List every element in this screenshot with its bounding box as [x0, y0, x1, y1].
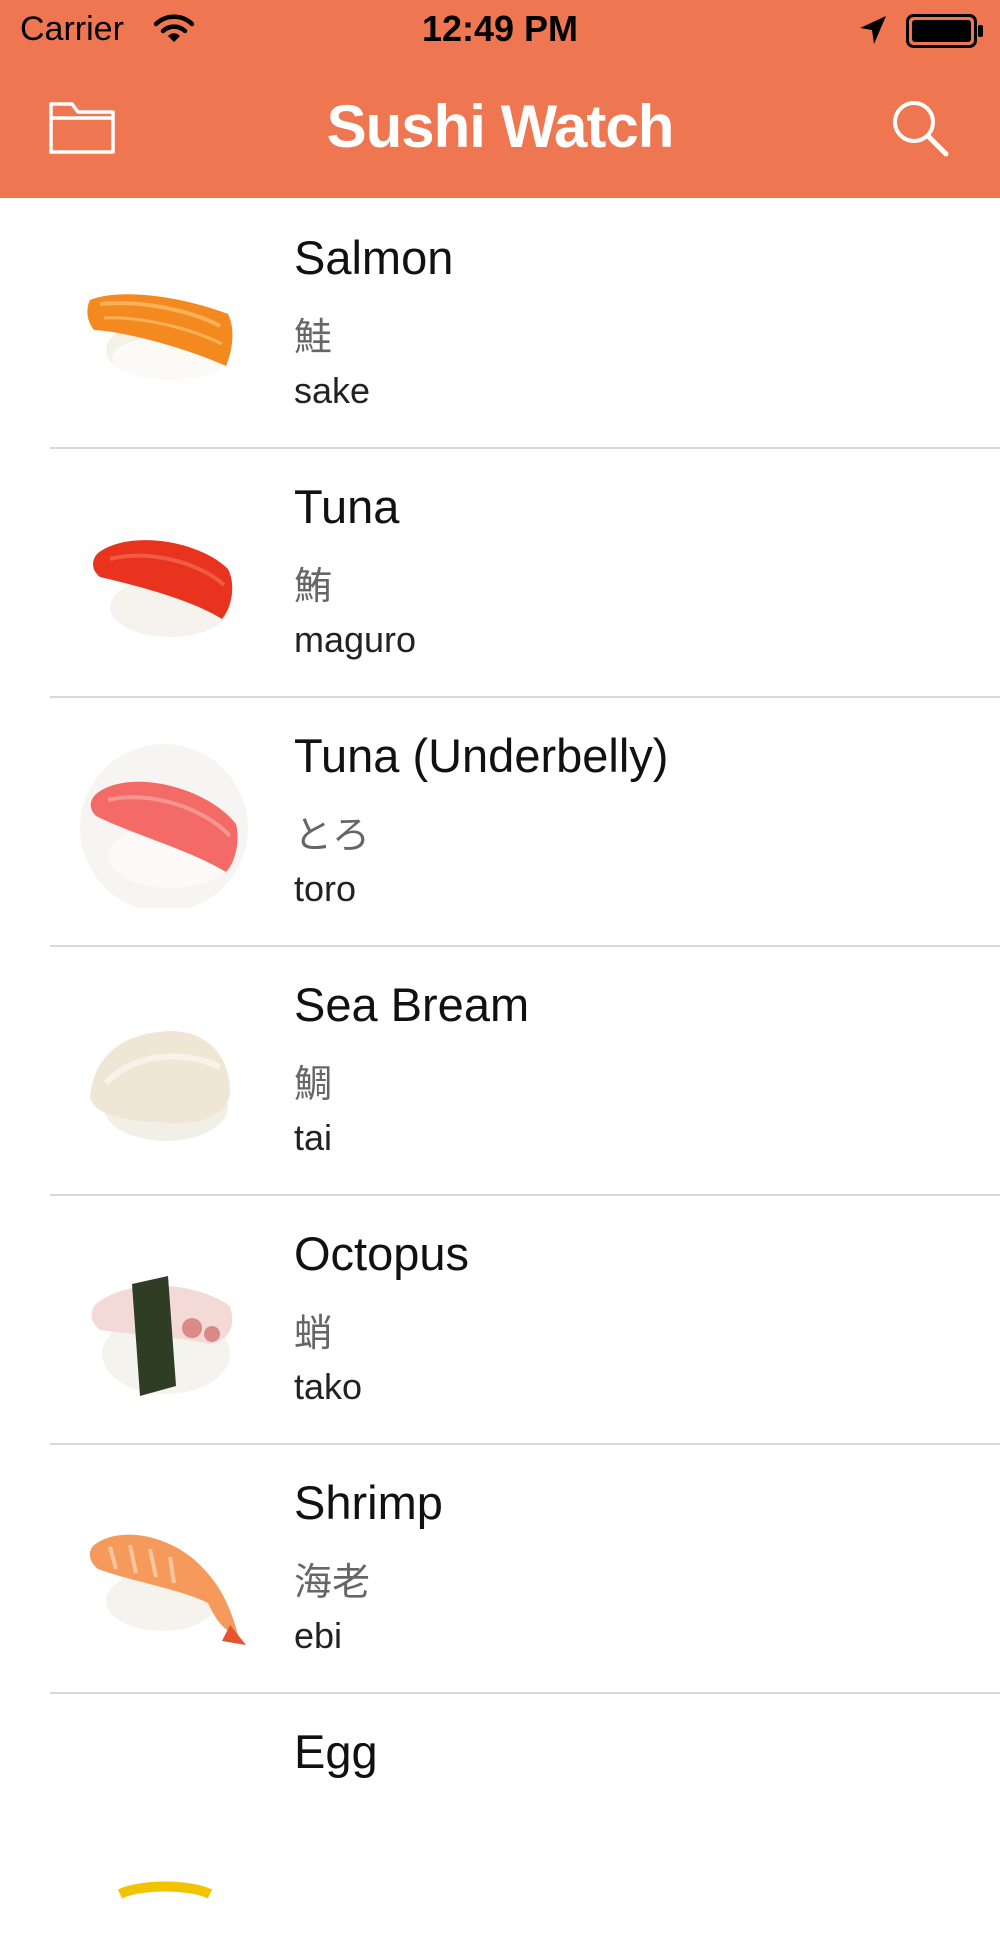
item-romaji: sake: [294, 370, 371, 411]
item-japanese: 鯛: [294, 1062, 333, 1106]
item-japanese: 鮭: [294, 315, 333, 359]
list-item[interactable]: Tuna (Underbelly) とろ toro: [0, 698, 1000, 947]
list-item[interactable]: Tuna 鮪 maguro: [0, 449, 1000, 698]
battery-icon: [906, 14, 983, 48]
egg-nigiri-image: [117, 1881, 213, 1899]
toro-nigiri-image: [80, 744, 248, 908]
navigation-bar: Sushi Watch: [0, 62, 1000, 198]
tuna-nigiri-image: [93, 540, 233, 637]
item-romaji: maguro: [294, 619, 417, 660]
item-name: Sea Bream: [294, 978, 530, 1031]
item-romaji: ebi: [294, 1615, 343, 1656]
item-romaji: tako: [294, 1366, 363, 1407]
list-item[interactable]: Sea Bream 鯛 tai: [0, 947, 1000, 1196]
clock: 12:49 PM: [421, 8, 579, 49]
item-name: Shrimp: [294, 1476, 443, 1529]
header: Carrier 12:49 PM Sushi Watch: [0, 0, 1000, 198]
item-japanese: 海老: [294, 1560, 371, 1604]
item-japanese: とろ: [294, 813, 371, 857]
item-japanese: 蛸: [294, 1311, 333, 1355]
sea-bream-nigiri-image: [90, 1031, 230, 1141]
item-name: Tuna: [294, 480, 400, 533]
item-name: Tuna (Underbelly): [294, 729, 669, 782]
item-name: Octopus: [294, 1227, 470, 1280]
list-item[interactable]: Salmon 鮭 sake: [0, 200, 1000, 449]
item-name: Egg: [294, 1725, 378, 1778]
page-title: Sushi Watch: [326, 93, 675, 160]
shrimp-nigiri-image: [89, 1534, 246, 1645]
item-romaji: toro: [294, 868, 357, 909]
item-name: Salmon: [294, 231, 454, 284]
item-romaji: tai: [294, 1117, 333, 1158]
search-icon[interactable]: [890, 98, 950, 158]
item-japanese: 鮪: [294, 564, 333, 608]
list-item[interactable]: Shrimp 海老 ebi: [0, 1445, 1000, 1694]
list-item[interactable]: Egg: [0, 1694, 1000, 1943]
status-bar: Carrier 12:49 PM: [0, 0, 1000, 62]
salmon-nigiri-image: [87, 294, 233, 380]
octopus-nigiri-image: [91, 1276, 233, 1396]
sushi-list: Salmon 鮭 sake Tuna 鮪 maguro Tuna (Underb…: [0, 200, 1000, 1943]
location-arrow-icon: [860, 16, 886, 44]
list-item[interactable]: Octopus 蛸 tako: [0, 1196, 1000, 1445]
